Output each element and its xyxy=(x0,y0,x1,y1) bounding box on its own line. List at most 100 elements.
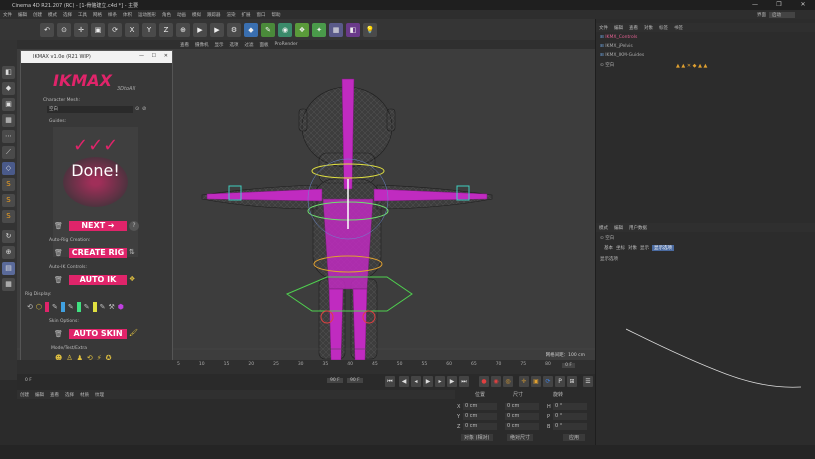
x-axis-icon[interactable]: X xyxy=(125,22,139,37)
start-frame-field[interactable]: 0 F xyxy=(25,378,32,383)
vp-menu-display[interactable]: 显示 xyxy=(212,42,227,48)
pos-z-field[interactable]: 0 cm xyxy=(463,423,497,430)
coord-mode-dropdown[interactable]: 对象 (相对) xyxy=(461,434,493,441)
auto-skin-button[interactable]: AUTO SKIN xyxy=(69,329,127,339)
help-button[interactable]: ? xyxy=(129,221,139,231)
pos-y-field[interactable]: 0 cm xyxy=(463,413,497,420)
vp-menu-prorender[interactable]: ProRender xyxy=(272,42,301,47)
tweak-icon[interactable]: ⊕ xyxy=(2,246,15,259)
deformer-icon[interactable]: ✦ xyxy=(312,22,326,37)
attr-tab-object[interactable]: 对象 xyxy=(628,245,637,251)
display-cube-icon[interactable]: ⬢ xyxy=(118,303,124,311)
mat-menu-create[interactable]: 创建 xyxy=(17,392,32,398)
coord-system-icon[interactable]: ⊕ xyxy=(176,22,190,37)
render-picture-icon[interactable]: ▶ xyxy=(210,22,224,37)
display-pen-icon[interactable]: ✎ xyxy=(52,303,58,311)
next-frame-icon[interactable]: ▸ xyxy=(435,376,445,387)
polygons-mode-icon[interactable]: ◇ xyxy=(2,162,15,175)
attr-tab-display-options[interactable]: 显示选项 xyxy=(652,245,674,251)
menu-volume[interactable]: 体积 xyxy=(120,12,135,18)
menu-simulate[interactable]: 模拟 xyxy=(189,12,204,18)
plugin-close-button[interactable]: ✕ xyxy=(164,53,168,59)
color-green-swatch[interactable] xyxy=(76,302,81,312)
display-pen2-icon[interactable]: ✎ xyxy=(68,303,74,311)
delete-guides-icon[interactable]: 🗑 xyxy=(54,222,63,230)
next-button[interactable]: NEXT ➜ xyxy=(69,221,127,231)
om-menu-object[interactable]: 对象 xyxy=(641,25,656,31)
size-x-field[interactable]: 0 cm xyxy=(505,403,539,410)
om-menu-file[interactable]: 文件 xyxy=(596,25,611,31)
am-menu-mode[interactable]: 模式 xyxy=(596,225,611,231)
close-button[interactable]: ✕ xyxy=(791,0,815,10)
menu-animate[interactable]: 动画 xyxy=(174,12,189,18)
object-tags-icon[interactable]: ▲ ▲ ✕ ◆ ▲ ▲ xyxy=(676,63,707,69)
om-menu-tags[interactable]: 标签 xyxy=(656,25,671,31)
menu-create[interactable]: 创建 xyxy=(30,12,45,18)
delete-ik-icon[interactable]: 🗑 xyxy=(54,276,63,284)
menu-help[interactable]: 帮助 xyxy=(269,12,284,18)
rot-p-field[interactable]: 0 ° xyxy=(553,413,587,420)
autokey-icon[interactable]: ◉ xyxy=(491,376,501,387)
grid-icon[interactable]: ▦ xyxy=(2,278,15,291)
attr-tab-basic[interactable]: 基本 xyxy=(604,245,613,251)
array-icon[interactable]: ❖ xyxy=(295,22,309,37)
texture-mode-icon[interactable]: ▣ xyxy=(2,98,15,111)
camera-icon[interactable]: ◧ xyxy=(346,22,360,37)
vp-menu-panel[interactable]: 面板 xyxy=(257,42,272,48)
attr-tab-coord[interactable]: 坐标 xyxy=(616,245,625,251)
am-menu-userdata[interactable]: 用户数据 xyxy=(626,225,650,231)
prev-key-icon[interactable]: ◀ xyxy=(399,376,409,387)
mesh-picker-icon[interactable]: ⊙ xyxy=(135,106,139,112)
timeline-menu-icon[interactable]: ☰ xyxy=(583,376,593,387)
create-rig-button[interactable]: CREATE RIG xyxy=(69,248,127,258)
play-icon[interactable]: ▶ xyxy=(423,376,433,387)
key-param-icon[interactable]: P xyxy=(555,376,565,387)
pen-icon[interactable]: ✎ xyxy=(261,22,275,37)
menu-character[interactable]: 角色 xyxy=(159,12,174,18)
size-mode-dropdown[interactable]: 绝对尺寸 xyxy=(507,434,534,441)
auto-ik-button[interactable]: AUTO IK xyxy=(69,275,127,285)
plugin-maximize-button[interactable]: ☐ xyxy=(152,53,156,59)
menu-window[interactable]: 窗口 xyxy=(254,12,269,18)
axis-icon[interactable]: ↻ xyxy=(2,230,15,243)
menu-mograph[interactable]: 运动图形 xyxy=(135,12,159,18)
go-start-icon[interactable]: ⏮ xyxy=(385,376,395,387)
record-icon[interactable]: ● xyxy=(479,376,489,387)
y-axis-icon[interactable]: Y xyxy=(142,22,156,37)
om-menu-bookmarks[interactable]: 书签 xyxy=(671,25,686,31)
mat-menu-view[interactable]: 查看 xyxy=(47,392,62,398)
mat-menu-material[interactable]: 材质 xyxy=(77,392,92,398)
falloff-graph[interactable] xyxy=(626,319,806,389)
scene-icon[interactable]: ▦ xyxy=(329,22,343,37)
preview-end-field[interactable]: 90 F xyxy=(347,378,363,383)
display-bone-icon[interactable]: ⬡ xyxy=(36,303,42,311)
object-item[interactable]: ⊞ IKMX_IKM-Guides xyxy=(600,53,644,58)
mesh-field[interactable]: 空白 xyxy=(47,106,133,113)
light-icon[interactable]: 💡 xyxy=(363,22,377,37)
rig-options-icon[interactable]: ⇅ xyxy=(129,248,135,256)
size-y-field[interactable]: 0 cm xyxy=(505,413,539,420)
pos-x-field[interactable]: 0 cm xyxy=(463,403,497,410)
rotate-icon[interactable]: ⟳ xyxy=(108,22,122,37)
vp-menu-options[interactable]: 选项 xyxy=(227,42,242,48)
object-item[interactable]: ⊞ IKMX_Controls xyxy=(600,35,637,40)
edges-mode-icon[interactable]: ⟋ xyxy=(2,146,15,159)
ik-options-icon[interactable]: ❖ xyxy=(129,275,135,283)
menu-spline[interactable]: 样条 xyxy=(105,12,120,18)
delete-rig-icon[interactable]: 🗑 xyxy=(54,249,63,257)
mesh-clear-icon[interactable]: ⊘ xyxy=(142,106,146,112)
key-pla-icon[interactable]: ⊞ xyxy=(567,376,577,387)
next-key-icon[interactable]: ▶ xyxy=(447,376,457,387)
key-scale-icon[interactable]: ▣ xyxy=(531,376,541,387)
color-pink-swatch[interactable] xyxy=(45,302,49,312)
prev-frame-icon[interactable]: ◂ xyxy=(411,376,421,387)
undo-icon[interactable]: ↶ xyxy=(40,22,54,37)
object-item[interactable]: ⊙ 空白 xyxy=(600,62,614,68)
move-icon[interactable]: ✛ xyxy=(74,22,88,37)
z-axis-icon[interactable]: Z xyxy=(159,22,173,37)
rot-h-field[interactable]: 0 ° xyxy=(553,403,587,410)
menu-mode[interactable]: 模式 xyxy=(45,12,60,18)
live-select-icon[interactable]: ⊙ xyxy=(57,22,71,37)
attr-tab-display[interactable]: 显示 xyxy=(640,245,649,251)
model-mode-icon[interactable]: ◆ xyxy=(2,82,15,95)
